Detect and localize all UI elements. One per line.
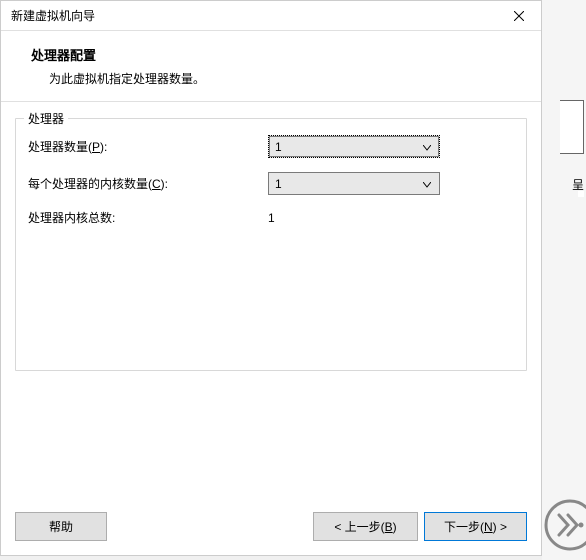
next-button[interactable]: 下一步(N) >	[424, 512, 527, 541]
value-processor-count: 1	[268, 135, 514, 158]
close-icon	[514, 11, 524, 21]
wizard-content: 处理器 处理器数量(P): 1 每个处理器的内核数量(C):	[1, 102, 541, 502]
header-subtitle: 为此虚拟机指定处理器数量。	[49, 70, 521, 87]
titlebar: 新建虚拟机向导	[1, 1, 541, 31]
value-total-cores: 1	[268, 211, 514, 225]
row-processor-count: 处理器数量(P): 1	[28, 135, 514, 158]
back-button[interactable]: < 上一步(B)	[313, 512, 418, 541]
label-total-cores: 处理器内核总数:	[28, 209, 268, 226]
chevron-down-icon	[419, 140, 435, 154]
footer-nav: < 上一步(B) 下一步(N) >	[313, 512, 527, 541]
fieldset-legend: 处理器	[24, 110, 68, 127]
value-cores-per-processor: 1	[268, 172, 514, 195]
watermark-logo	[544, 499, 586, 554]
processors-fieldset: 处理器 处理器数量(P): 1 每个处理器的内核数量(C):	[15, 118, 527, 371]
help-button[interactable]: 帮助	[15, 512, 107, 541]
wizard-footer: 帮助 < 上一步(B) 下一步(N) >	[1, 502, 541, 555]
close-button[interactable]	[496, 1, 541, 31]
row-cores-per-processor: 每个处理器的内核数量(C): 1	[28, 172, 514, 195]
background-strip: 呈	[542, 0, 586, 560]
wizard-dialog: 新建虚拟机向导 处理器配置 为此虚拟机指定处理器数量。 处理器 处理器数量(P)…	[0, 0, 542, 556]
label-processor-count: 处理器数量(P):	[28, 138, 268, 155]
dialog-title: 新建虚拟机向导	[11, 7, 95, 24]
select-processor-count[interactable]: 1	[268, 135, 440, 158]
select-cores-per-processor[interactable]: 1	[268, 172, 440, 195]
row-total-cores: 处理器内核总数: 1	[28, 209, 514, 226]
background-fragment	[578, 191, 584, 197]
background-fragment	[560, 100, 584, 154]
chevron-down-icon	[419, 177, 435, 191]
wizard-header: 处理器配置 为此虚拟机指定处理器数量。	[1, 31, 541, 102]
label-cores-per-processor: 每个处理器的内核数量(C):	[28, 175, 268, 192]
header-title: 处理器配置	[31, 45, 521, 64]
